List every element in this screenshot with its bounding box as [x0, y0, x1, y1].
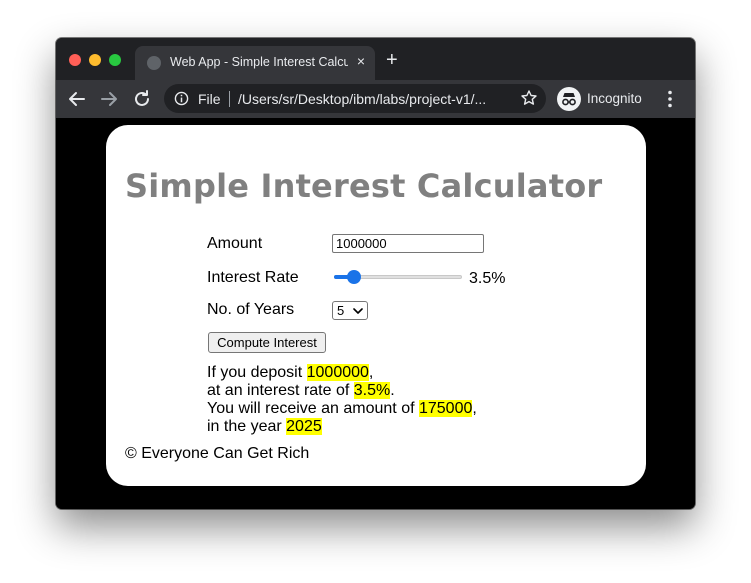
- result-line-amount: You will receive an amount of 175000,: [207, 400, 477, 418]
- result-line-year: in the year 2025: [207, 418, 477, 436]
- menu-icon[interactable]: [668, 90, 672, 108]
- result-year-value: 2025: [286, 418, 322, 435]
- result-line-deposit: If you deposit 1000000,: [207, 364, 477, 382]
- amount-label: Amount: [207, 235, 263, 252]
- interest-rate-label: Interest Rate: [207, 269, 299, 286]
- slider-thumb[interactable]: [347, 270, 362, 284]
- result-text-fragment: You will receive an amount of: [207, 400, 419, 417]
- window-close-button[interactable]: [69, 54, 81, 66]
- reload-icon[interactable]: [131, 88, 153, 110]
- incognito-icon[interactable]: [557, 87, 581, 111]
- result-deposit-value: 1000000: [306, 364, 369, 381]
- browser-window: Web App - Simple Interest Calculator × +…: [56, 38, 695, 509]
- result-text: If you deposit 1000000, at an interest r…: [207, 364, 477, 436]
- compute-interest-button[interactable]: Compute Interest: [208, 332, 326, 353]
- window-maximize-button[interactable]: [109, 54, 121, 66]
- back-icon[interactable]: [66, 88, 88, 110]
- calculator-card: Simple Interest Calculator Amount Intere…: [106, 125, 646, 486]
- result-line-rate: at an interest rate of 3.5%.: [207, 382, 477, 400]
- years-select-value: 5: [337, 303, 345, 318]
- years-select[interactable]: 5: [332, 301, 368, 320]
- address-separator: [229, 91, 230, 107]
- tab-bar: Web App - Simple Interest Calculator × +: [56, 38, 695, 80]
- years-label: No. of Years: [207, 301, 295, 318]
- tab-close-icon[interactable]: ×: [357, 53, 365, 69]
- window-minimize-button[interactable]: [89, 54, 101, 66]
- info-icon[interactable]: [174, 91, 189, 106]
- result-amount-value: 175000: [418, 400, 473, 417]
- result-text-fragment: ,: [472, 400, 477, 417]
- chevron-down-icon: [353, 308, 363, 314]
- forward-icon[interactable]: [98, 88, 120, 110]
- address-bar[interactable]: File /Users/sr/Desktop/ibm/labs/project-…: [164, 84, 546, 113]
- result-text-fragment: in the year: [207, 418, 287, 435]
- browser-toolbar: File /Users/sr/Desktop/ibm/labs/project-…: [56, 80, 695, 118]
- result-text-fragment: .: [390, 382, 395, 399]
- result-text-fragment: at an interest rate of: [207, 382, 354, 399]
- star-icon[interactable]: [520, 89, 538, 107]
- globe-icon: [147, 56, 161, 70]
- interest-rate-value: 3.5%: [469, 270, 506, 287]
- interest-rate-slider[interactable]: [332, 270, 464, 284]
- page-title: Simple Interest Calculator: [125, 167, 603, 205]
- footer-copyright: © Everyone Can Get Rich: [125, 445, 310, 462]
- result-rate-value: 3.5%: [353, 382, 391, 399]
- tab-title: Web App - Simple Interest Calculator: [170, 55, 348, 69]
- address-url[interactable]: /Users/sr/Desktop/ibm/labs/project-v1/..…: [238, 91, 513, 107]
- new-tab-button[interactable]: +: [386, 50, 398, 70]
- result-text-fragment: ,: [368, 364, 374, 381]
- incognito-label[interactable]: Incognito: [587, 91, 642, 106]
- address-scheme-label: File: [198, 91, 221, 107]
- amount-input[interactable]: [332, 234, 484, 253]
- tab-active[interactable]: Web App - Simple Interest Calculator ×: [135, 46, 375, 80]
- page-viewport: Simple Interest Calculator Amount Intere…: [56, 118, 695, 509]
- result-text-fragment: If you deposit: [207, 364, 307, 381]
